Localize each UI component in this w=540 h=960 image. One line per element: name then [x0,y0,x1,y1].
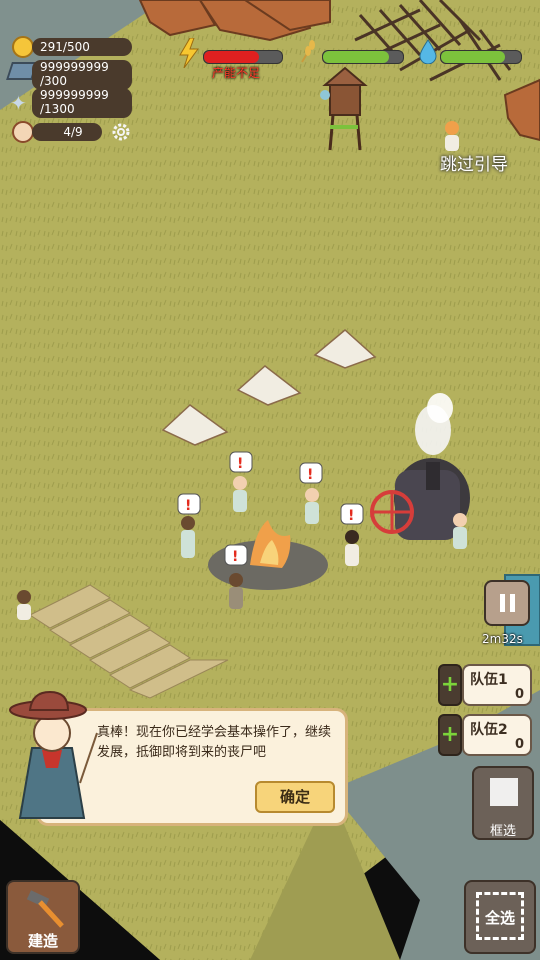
add-team2-button[interactable]: + [438,714,462,756]
team1-count: 0 [514,687,524,702]
gear-icon[interactable] [110,121,132,143]
select-all-label: 全选 [484,909,515,927]
team1-label: 队伍1 [470,672,508,688]
hammer-icon [22,890,68,930]
wings-counter: 999999999 /1300 [32,88,132,118]
survivor-portrait-icon [12,121,34,143]
box-select-button[interactable]: 框选 [472,766,534,840]
skip-tutorial-button[interactable]: 跳过引导 [440,150,508,175]
gold-coin-icon [12,36,34,58]
steel-counter: 999999999 /300 [32,60,132,90]
power-bar-fill [204,51,259,63]
pause-button[interactable] [484,580,530,626]
build-button[interactable]: 建造 [6,880,80,954]
power-warning: 产能不足 [212,66,261,80]
add-team1-button[interactable]: + [438,664,462,706]
power-bar [203,50,283,64]
box-select-label: 框选 [489,824,516,839]
svg-text:!: ! [232,549,238,565]
guide-character [2,688,102,828]
select-all-button[interactable]: 全选 [464,880,536,954]
food-bar [322,50,404,64]
wheat-icon [298,38,320,64]
food-bar-fill [323,51,389,63]
plus-icon: + [440,672,460,697]
population-counter: 4/9 [32,123,102,141]
wing-icon: ✦ [10,91,27,115]
water-bar [440,50,522,64]
dialog-text: 真棒！现在你已经学会基本操作了，继续发展，抵御即将到来的丧尸吧 [97,725,332,760]
team2-label: 队伍2 [470,722,508,738]
lightning-icon [178,37,200,69]
svg-text:!: ! [307,467,313,483]
wings-capacity: /1300 [40,102,75,116]
svg-text:!: ! [348,508,354,524]
plus-icon: + [440,722,460,747]
team2-button[interactable]: 队伍2 0 [462,714,532,756]
team2-count: 0 [514,737,524,752]
svg-text:!: ! [237,456,243,472]
steel-amount: 999999999 [40,60,109,74]
confirm-button[interactable]: 确定 [255,781,335,813]
pause-icon [500,594,505,612]
team1-button[interactable]: 队伍1 0 [462,664,532,706]
wings-amount: 999999999 [40,88,109,102]
steel-capacity: /300 [40,74,67,88]
wave-timer: 2m32s [482,632,523,646]
gold-counter: 291/500 [32,38,132,56]
water-drop-icon [418,38,438,65]
game-stage: !! !!! 291/500 999999999 /300 ✦ 99999999… [0,0,540,960]
grid-icon [490,778,518,806]
water-bar-fill [441,51,505,63]
build-label: 建造 [27,932,58,950]
svg-text:!: ! [185,498,191,514]
